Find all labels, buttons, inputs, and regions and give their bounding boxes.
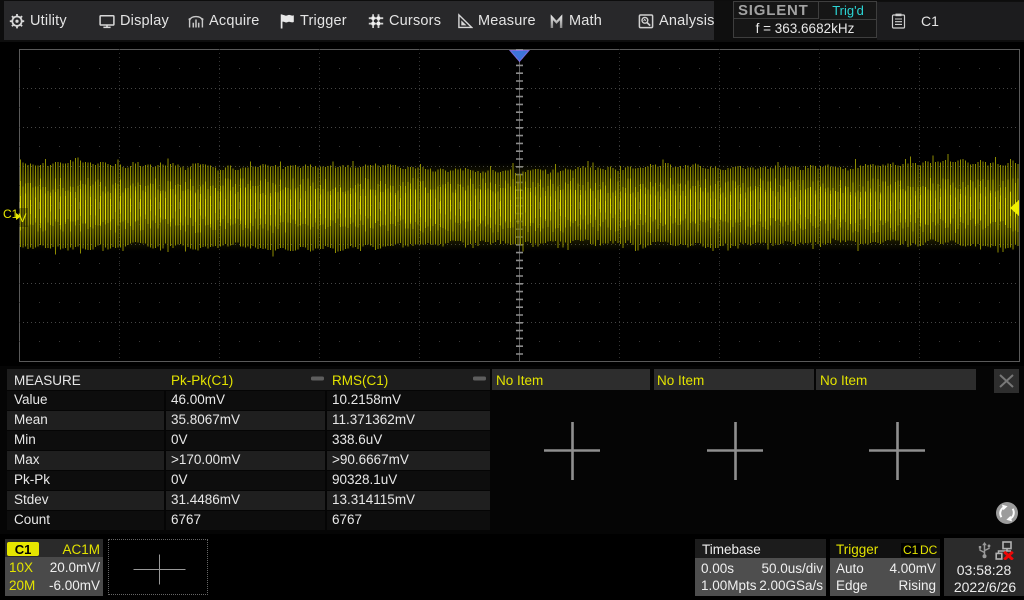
svg-text:V: V	[19, 211, 27, 225]
